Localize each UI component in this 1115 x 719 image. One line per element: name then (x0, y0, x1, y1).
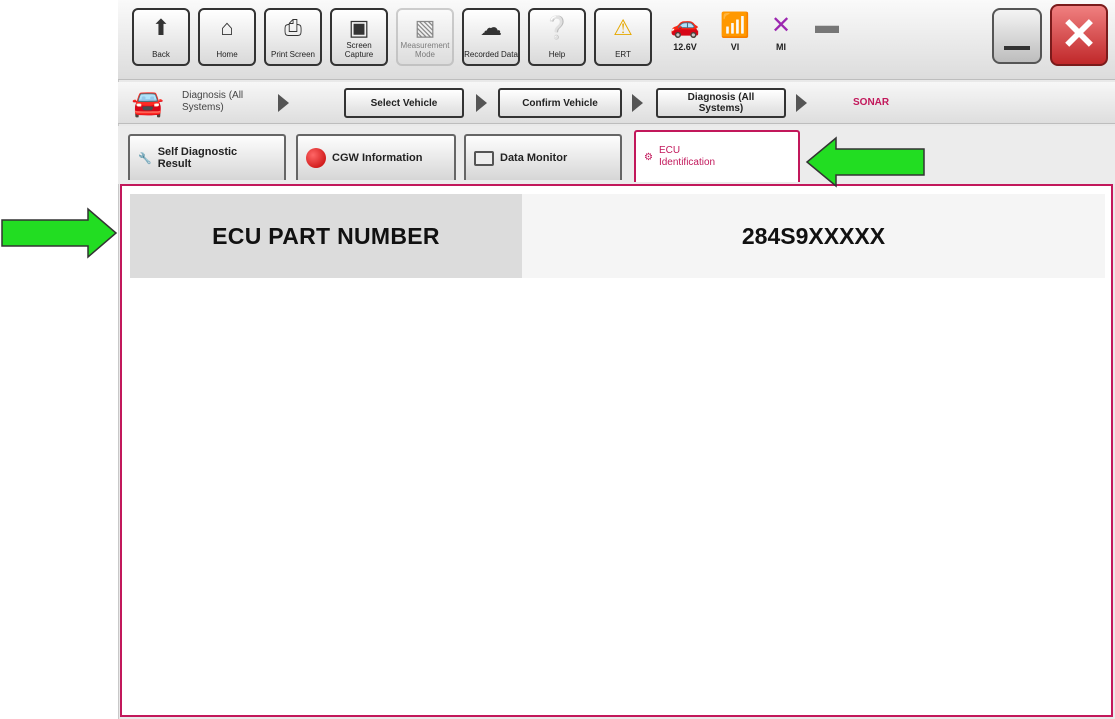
tab-label: CGW Information (332, 152, 423, 164)
breadcrumb-arrow-icon (796, 94, 807, 112)
tab-bar: 🔧 Self Diagnostic Result CGW Information… (118, 126, 1115, 184)
ert-label: ERT (615, 50, 631, 59)
tab-self-diagnostic-result[interactable]: 🔧 Self Diagnostic Result (128, 134, 286, 180)
home-label: Home (216, 50, 238, 59)
battery-icon: ▬ (815, 12, 839, 39)
ecu-part-number-row: ECU PART NUMBER 284S9XXXXX (130, 194, 1105, 278)
back-label: Back (152, 50, 170, 59)
breadcrumb-arrow-icon (632, 94, 643, 112)
recorded-data-label: Recorded Data (464, 50, 518, 59)
meter-icon: ▧ (414, 15, 436, 40)
ecu-part-number-label: ECU PART NUMBER (130, 194, 522, 278)
monitor-icon (474, 150, 494, 166)
tab-label: Self Diagnostic Result (157, 146, 238, 170)
measurement-mode-label: Measurement Mode (400, 41, 450, 59)
right-arrow-icon (805, 136, 925, 188)
warning-icon: ⚠ (613, 15, 633, 40)
screen-capture-label: Screen Capture (344, 41, 374, 59)
tab-data-monitor[interactable]: Data Monitor (464, 134, 622, 180)
tab-cgw-information[interactable]: CGW Information (296, 134, 456, 180)
diagnosis-all-systems-button[interactable]: Diagnosis (All Systems) (656, 88, 786, 118)
system-name: SONAR (853, 97, 890, 108)
red-dot-icon (306, 148, 326, 168)
disconnected-icon: ✕ (770, 12, 792, 39)
vi-status: 📶 VI (714, 10, 756, 68)
breadcrumb-arrow-icon (278, 94, 289, 112)
close-icon: ✕ (1060, 10, 1098, 59)
minimize-button[interactable] (992, 8, 1042, 64)
select-vehicle-button[interactable]: Select Vehicle (344, 88, 464, 118)
tab-ecu-identification[interactable]: ⚙ ECU Identification (634, 130, 800, 182)
battery-voltage: 12.6V (673, 42, 697, 52)
recorded-data-icon: ☁ (480, 15, 502, 40)
tab-label: Data Monitor (500, 152, 568, 164)
toolbar: ⬆ Back ⌂ Home ⎙ Print Screen ▣ Screen Ca… (118, 0, 1115, 80)
battery-status: 🚗 12.6V (664, 10, 706, 68)
camera-icon: ▣ (348, 15, 370, 40)
breadcrumb-arrow-icon (476, 94, 487, 112)
mi-label: MI (776, 42, 786, 52)
measurement-mode-button[interactable]: ▧ Measurement Mode (396, 8, 454, 66)
screen-capture-button[interactable]: ▣ Screen Capture (330, 8, 388, 66)
print-screen-button[interactable]: ⎙ Print Screen (264, 8, 322, 66)
device-status: ▬ (806, 10, 848, 68)
home-button[interactable]: ⌂ Home (198, 8, 256, 66)
ecu-identification-panel: ECU PART NUMBER 284S9XXXXX (120, 184, 1113, 717)
back-arrow-icon: ⬆ (151, 15, 171, 40)
signal-icon: 📶 (720, 12, 750, 39)
vi-label: VI (730, 42, 740, 52)
car-icon: 🚗 (670, 12, 700, 39)
breadcrumb-current-label: Diagnosis (All Systems) (182, 90, 244, 113)
help-label: Help (548, 50, 566, 59)
vehicle-icon: 🚘 (131, 88, 165, 118)
help-button[interactable]: ❔ Help (528, 8, 586, 66)
confirm-vehicle-button[interactable]: Confirm Vehicle (498, 88, 622, 118)
mi-status: ✕ MI (760, 10, 802, 68)
breadcrumb: 🚘 Diagnosis (All Systems) Select Vehicle… (118, 82, 1115, 124)
ert-button[interactable]: ⚠ ERT (594, 8, 652, 66)
help-icon: ❔ (543, 15, 571, 40)
left-arrow-icon (1, 207, 118, 259)
wrench-icon: 🔧 (138, 152, 152, 165)
recorded-data-button[interactable]: ☁ Recorded Data (462, 8, 520, 66)
ecu-part-number-value: 284S9XXXXX (522, 194, 1105, 278)
print-screen-label: Print Screen (270, 50, 316, 59)
close-button[interactable]: ✕ (1050, 4, 1108, 66)
home-icon: ⌂ (220, 15, 234, 40)
tab-label: ECU Identification (658, 145, 716, 168)
ecu-icon: ⚙ (644, 151, 653, 163)
back-button[interactable]: ⬆ Back (132, 8, 190, 66)
printer-icon: ⎙ (284, 15, 302, 40)
